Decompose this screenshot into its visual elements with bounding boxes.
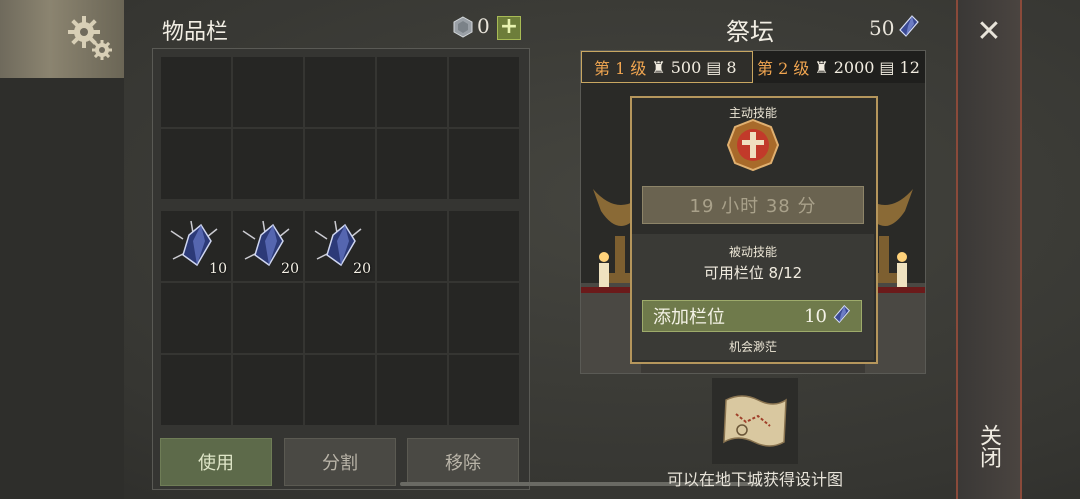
tier-1-label: 第 1 级	[594, 59, 647, 78]
blueprint-hint: 可以在地下城获得设计图	[666, 470, 843, 489]
item-quantity: 10	[209, 261, 227, 277]
inventory-slot[interactable]	[449, 211, 519, 281]
use-button[interactable]: 使用	[160, 438, 272, 486]
inventory-slot[interactable]	[161, 57, 231, 127]
add-currency-button[interactable]: +	[497, 16, 521, 40]
dark-crystal-icon[interactable]: 20	[305, 211, 375, 281]
dark-crystal-icon[interactable]: 10	[161, 211, 231, 281]
crystal-icon	[896, 14, 920, 38]
inventory-slot[interactable]	[233, 283, 303, 353]
inventory-currency-amount: 0	[477, 14, 490, 38]
inventory-slot[interactable]	[233, 129, 303, 199]
inventory-slot[interactable]	[449, 129, 519, 199]
add-slot-button[interactable]: 添加栏位 10	[642, 300, 862, 332]
passive-skill-label: 被动技能	[728, 245, 777, 259]
inventory-slot[interactable]	[377, 57, 447, 127]
inventory-slot[interactable]	[305, 283, 375, 353]
inventory-slot[interactable]	[449, 283, 519, 353]
inventory-grid: 10 20 20	[152, 48, 530, 490]
crystal-icon	[831, 304, 851, 329]
inventory-slot[interactable]	[233, 355, 303, 425]
item-quantity: 20	[281, 261, 299, 277]
inventory-slot[interactable]	[161, 355, 231, 425]
map-scroll-icon	[723, 395, 787, 447]
active-skill-icon[interactable]	[726, 118, 780, 172]
tier-1-scroll-cost: 8	[726, 57, 737, 77]
inventory-slot[interactable]	[377, 283, 447, 353]
crown-icon: ♜	[814, 57, 829, 77]
tier-2-tab[interactable]: 第 2 级 ♜ 2000 ▤ 12	[753, 51, 925, 83]
close-label[interactable]: 关闭	[974, 424, 1004, 468]
chance-label: 机会渺茫	[728, 340, 777, 354]
inventory-slot[interactable]	[449, 57, 519, 127]
remove-button[interactable]: 移除	[407, 438, 519, 486]
blueprint-slot[interactable]	[712, 378, 798, 464]
altar-title: 祭坛	[726, 18, 774, 46]
inventory-slot[interactable]: 20	[305, 211, 375, 281]
tier-1-crown-cost: 500	[670, 57, 702, 77]
slots-available: 可用栏位 8/12	[703, 264, 803, 282]
altar-crystal-count: 50	[869, 16, 895, 40]
inventory-slot[interactable]	[305, 57, 375, 127]
dark-crystal-icon[interactable]: 20	[233, 211, 303, 281]
tier-2-scroll-cost: 12	[899, 57, 920, 77]
scroll-icon: ▤	[706, 57, 722, 77]
inventory-slot[interactable]	[377, 355, 447, 425]
inventory-slot[interactable]	[377, 211, 447, 281]
tier-1-tab[interactable]: 第 1 级 ♜ 500 ▤ 8	[581, 51, 753, 83]
inventory-slot[interactable]	[377, 129, 447, 199]
inventory-slot[interactable]: 20	[233, 211, 303, 281]
inventory-slot[interactable]	[233, 57, 303, 127]
add-slot-label: 添加栏位	[653, 307, 725, 328]
inventory-slot[interactable]	[449, 355, 519, 425]
gear-icon[interactable]	[66, 14, 116, 64]
scroll-icon: ▤	[879, 57, 895, 77]
inventory-title: 物品栏	[162, 20, 229, 45]
inventory-slot[interactable]	[305, 129, 375, 199]
inventory-slot[interactable]: 10	[161, 211, 231, 281]
item-quantity: 20	[353, 261, 371, 277]
add-slot-cost: 10	[804, 305, 827, 327]
inventory-slot[interactable]	[161, 129, 231, 199]
split-button[interactable]: 分割	[284, 438, 396, 486]
crown-icon: ♜	[651, 57, 666, 77]
inventory-slot[interactable]	[161, 283, 231, 353]
close-icon[interactable]: ✕	[975, 17, 1003, 47]
tier-2-label: 第 2 级	[757, 59, 810, 78]
tier-2-crown-cost: 2000	[833, 57, 875, 77]
cooldown-timer: 19 小时 38 分	[642, 186, 864, 224]
inventory-slot[interactable]	[305, 355, 375, 425]
gem-icon	[452, 16, 474, 38]
